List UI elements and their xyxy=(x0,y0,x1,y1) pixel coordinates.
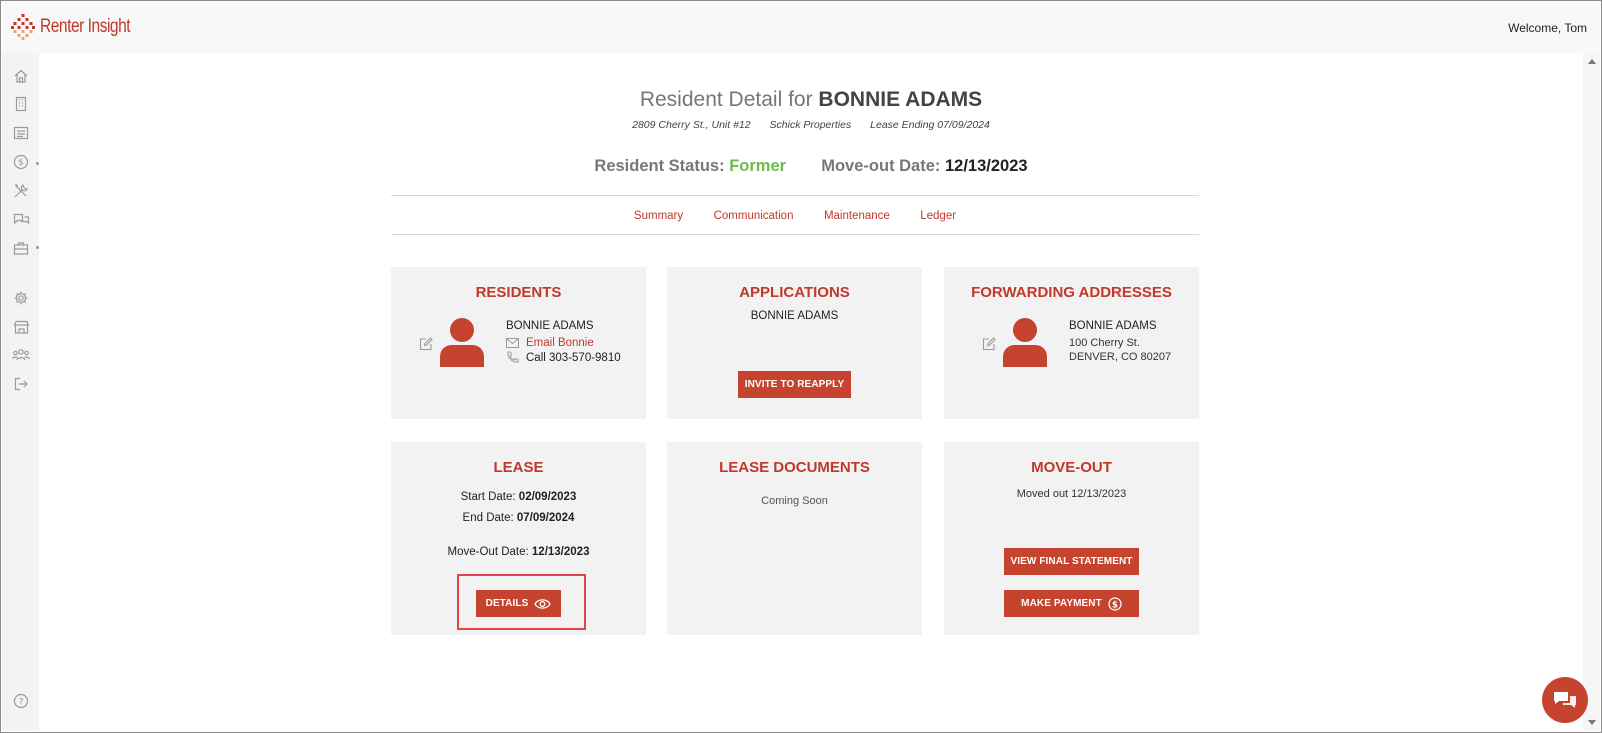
mail-icon xyxy=(506,338,519,348)
property-company: Schick Properties xyxy=(769,119,852,131)
status-line: Resident Status: Former Move-out Date: 1… xyxy=(39,157,1583,176)
resident-info: BONNIE ADAMS Email Bonnie Call 303-570-9… xyxy=(506,320,621,364)
lease-start-label: Start Date: xyxy=(460,491,516,503)
lease-ending: Lease Ending 07/09/2024 xyxy=(870,119,990,131)
move-out-card: MOVE-OUT Moved out 12/13/2023 VIEW FINAL… xyxy=(944,442,1199,635)
scroll-up-arrow[interactable] xyxy=(1588,59,1596,64)
forwarding-card-title: FORWARDING ADDRESSES xyxy=(971,284,1172,301)
applicant-name: BONNIE ADAMS xyxy=(750,310,839,322)
lease-moveout-value: 12/13/2023 xyxy=(531,546,590,558)
details-label: DETAILS xyxy=(485,598,529,609)
chat-widget-button[interactable] xyxy=(1542,677,1588,723)
tab-maintenance[interactable]: Maintenance xyxy=(824,196,890,236)
forwarding-street: 100 Cherry St. xyxy=(1069,337,1140,349)
status-badge: Former xyxy=(729,157,787,175)
edit-icon[interactable] xyxy=(419,337,433,356)
moveout-date: 12/13/2023 xyxy=(945,157,1028,175)
chat-icon[interactable] xyxy=(12,210,30,228)
lease-start: Start Date: 02/09/2023 xyxy=(391,491,646,503)
forwarding-info: BONNIE ADAMS 100 Cherry St. DENVER, CO 8… xyxy=(1069,320,1171,363)
app-window: Renter Insight Welcome, Tom $ ? Resident… xyxy=(0,0,1602,733)
store-icon[interactable] xyxy=(12,318,30,336)
invite-to-reapply-label: INVITE TO REAPPLY xyxy=(744,379,845,390)
forwarding-city: DENVER, CO 80207 xyxy=(1069,351,1172,363)
invite-to-reapply-button[interactable]: INVITE TO REAPPLY xyxy=(738,371,851,398)
list-icon[interactable] xyxy=(12,124,30,142)
make-payment-label: MAKE PAYMENT xyxy=(1021,598,1102,609)
lease-end: End Date: 07/09/2024 xyxy=(391,512,646,524)
users-icon[interactable] xyxy=(12,346,30,364)
lease-card: LEASE Start Date: 02/09/2023 End Date: 0… xyxy=(391,442,646,635)
resident-subline: 2809 Cherry St., Unit #12 Schick Propert… xyxy=(39,119,1583,131)
resident-name-heading: BONNIE ADAMS xyxy=(818,88,983,111)
moveout-label: Move-out Date: xyxy=(821,157,941,175)
coming-soon-text: Coming Soon xyxy=(761,495,828,507)
resident-name: BONNIE ADAMS xyxy=(506,320,594,332)
phone-link[interactable]: Call 303-570-9810 xyxy=(526,352,621,364)
applications-card: APPLICATIONS BONNIE ADAMS INVITE TO REAP… xyxy=(667,267,922,419)
logout-icon[interactable] xyxy=(12,375,30,393)
tab-bar: Summary Communication Maintenance Ledger xyxy=(391,195,1199,235)
lease-card-title: LEASE xyxy=(493,459,544,476)
tab-summary[interactable]: Summary xyxy=(634,196,683,236)
scroll-down-arrow[interactable] xyxy=(1588,720,1596,725)
edit-icon[interactable] xyxy=(982,337,996,356)
tools-icon[interactable] xyxy=(12,182,30,200)
email-link[interactable]: Email Bonnie xyxy=(526,337,594,349)
avatar xyxy=(1003,317,1047,372)
page-title-prefix: Resident Detail for xyxy=(639,88,813,111)
logo-icon xyxy=(11,14,35,40)
chat-icon xyxy=(1554,692,1576,708)
phone-icon xyxy=(507,351,519,363)
forwarding-addresses-card: FORWARDING ADDRESSES BONNIE ADAMS 100 Ch… xyxy=(944,267,1199,419)
brand-logo[interactable]: Renter Insight xyxy=(11,14,150,40)
lease-documents-card-title: LEASE DOCUMENTS xyxy=(719,459,870,476)
help-icon[interactable]: ? xyxy=(13,693,29,714)
eye-icon xyxy=(534,598,552,609)
email-row: Email Bonnie xyxy=(506,337,621,349)
page-title: Resident Detail for BONNIE ADAMS xyxy=(39,88,1583,112)
tab-ledger[interactable]: Ledger xyxy=(920,196,956,236)
tab-communication[interactable]: Communication xyxy=(714,196,794,236)
view-final-statement-button[interactable]: VIEW FINAL STATEMENT xyxy=(1004,548,1139,575)
svg-text:?: ? xyxy=(19,698,24,708)
residents-card-title: RESIDENTS xyxy=(475,284,562,301)
unit-address: 2809 Cherry St., Unit #12 xyxy=(632,119,751,131)
svg-text:$: $ xyxy=(1112,600,1118,610)
make-payment-button[interactable]: MAKE PAYMENT $ xyxy=(1004,590,1139,617)
residents-card: RESIDENTS BONNIE ADAMS Email Bonnie Call… xyxy=(391,267,646,419)
details-button[interactable]: DETAILS xyxy=(476,590,561,617)
main-content: Resident Detail for BONNIE ADAMS 2809 Ch… xyxy=(39,53,1583,731)
dollar-icon: $ xyxy=(1108,596,1122,611)
avatar xyxy=(440,317,484,372)
move-out-card-title: MOVE-OUT xyxy=(1031,459,1112,476)
lease-end-label: End Date: xyxy=(462,512,514,524)
view-final-statement-label: VIEW FINAL STATEMENT xyxy=(1010,556,1133,567)
top-bar: Renter Insight Welcome, Tom xyxy=(2,2,1600,53)
moved-out-text: Moved out 12/13/2023 xyxy=(1016,488,1127,500)
vertical-scrollbar[interactable] xyxy=(1583,53,1600,731)
phone-row: Call 303-570-9810 xyxy=(506,351,621,364)
lease-documents-card: LEASE DOCUMENTS Coming Soon xyxy=(667,442,922,635)
lease-moveout-label: Move-Out Date: xyxy=(447,546,529,558)
brand-name: Renter Insight xyxy=(40,16,131,37)
gear-icon[interactable] xyxy=(12,289,30,307)
briefcase-icon[interactable] xyxy=(12,239,30,257)
home-icon[interactable] xyxy=(12,67,30,85)
forwarding-name: BONNIE ADAMS xyxy=(1069,320,1157,332)
lease-end-value: 07/09/2024 xyxy=(516,512,575,524)
status-label: Resident Status: xyxy=(594,157,725,175)
lease-start-value: 02/09/2023 xyxy=(518,491,577,503)
applications-card-title: APPLICATIONS xyxy=(739,284,850,301)
lease-moveout: Move-Out Date: 12/13/2023 xyxy=(391,546,646,558)
building-icon[interactable] xyxy=(12,95,30,113)
welcome-user[interactable]: Welcome, Tom xyxy=(1508,21,1587,35)
dollar-icon[interactable]: $ xyxy=(12,153,30,171)
sidebar: $ ? xyxy=(2,53,39,731)
svg-text:$: $ xyxy=(18,158,24,168)
